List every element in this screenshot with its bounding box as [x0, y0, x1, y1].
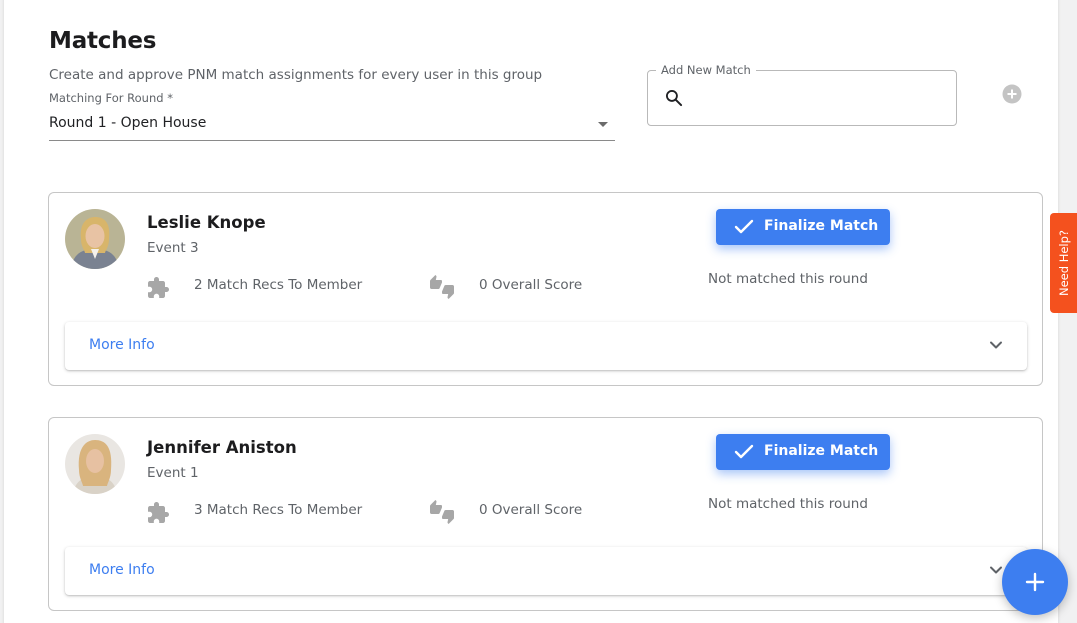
avatar: [65, 209, 125, 269]
dropdown-caret-icon: [598, 122, 608, 127]
check-icon: [734, 444, 754, 459]
person-name: Leslie Knope: [147, 213, 266, 232]
more-info-label: More Info: [89, 337, 155, 353]
person-event: Event 3: [147, 240, 199, 256]
add-new-match-field[interactable]: Add New Match: [647, 63, 957, 126]
add-new-match-input[interactable]: [696, 83, 946, 113]
match-card: Jennifer Aniston Event 1 3 Match Recs To…: [48, 417, 1043, 611]
avatar: [65, 434, 125, 494]
thumbs-up-down-icon: [430, 275, 454, 299]
overall-score-text: 0 Overall Score: [479, 502, 583, 518]
round-select-value: Round 1 - Open House: [49, 115, 207, 131]
search-icon: [666, 90, 683, 107]
match-status-text: Not matched this round: [708, 271, 868, 287]
round-select-label: Matching For Round *: [49, 91, 173, 105]
page-title: Matches: [49, 28, 157, 54]
add-circle-icon[interactable]: [1002, 84, 1022, 104]
check-icon: [734, 219, 754, 234]
more-info-expander[interactable]: More Info: [65, 547, 1027, 595]
need-help-tab[interactable]: Need Help?: [1050, 213, 1077, 313]
finalize-match-label: Finalize Match: [764, 443, 879, 459]
match-recs-text: 3 Match Recs To Member: [194, 502, 363, 518]
match-status-text: Not matched this round: [708, 496, 868, 512]
add-new-match-label: Add New Match: [656, 63, 756, 77]
more-info-expander[interactable]: More Info: [65, 322, 1027, 370]
plus-icon: [1025, 572, 1045, 592]
finalize-match-button[interactable]: Finalize Match: [716, 434, 890, 470]
finalize-match-button[interactable]: Finalize Match: [716, 209, 890, 245]
thumbs-up-down-icon: [430, 500, 454, 524]
chevron-down-icon: [990, 566, 1002, 574]
round-select[interactable]: Round 1 - Open House: [49, 110, 615, 141]
overall-score-text: 0 Overall Score: [479, 277, 583, 293]
match-card: Leslie Knope Event 3 2 Match Recs To Mem…: [48, 192, 1043, 386]
match-recs-text: 2 Match Recs To Member: [194, 277, 363, 293]
finalize-match-label: Finalize Match: [764, 218, 879, 234]
puzzle-icon: [148, 502, 169, 523]
puzzle-icon: [148, 277, 169, 298]
add-fab-button[interactable]: [1002, 549, 1068, 615]
more-info-label: More Info: [89, 562, 155, 578]
person-name: Jennifer Aniston: [147, 438, 297, 457]
chevron-down-icon: [990, 341, 1002, 349]
person-event: Event 1: [147, 465, 199, 481]
page-subtitle: Create and approve PNM match assignments…: [49, 67, 543, 83]
need-help-label: Need Help?: [1056, 229, 1071, 297]
